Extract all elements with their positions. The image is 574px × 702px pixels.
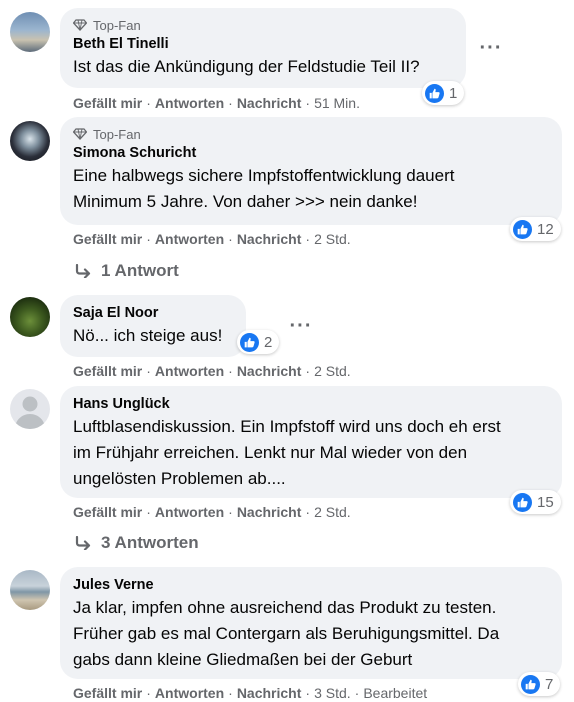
like-button[interactable]: Gefällt mir [73, 231, 142, 247]
comment-text: Ist das die Ankündigung der Feldstudie T… [73, 57, 420, 76]
diamond-icon [73, 19, 87, 31]
comment-actions: Gefällt mir · Antworten · Nachricht · 2 Std… [73, 363, 351, 379]
message-button[interactable]: Nachricht [237, 231, 302, 247]
reply-arrow-icon [75, 536, 91, 550]
comment-text-line: ungelösten Problemen ab.... [73, 469, 286, 488]
view-replies-link[interactable]: 3 Antworten [75, 533, 199, 553]
avatar[interactable] [10, 297, 50, 337]
message-button[interactable]: Nachricht [237, 504, 302, 520]
comment-text: Nö... ich steige aus! [73, 326, 223, 345]
like-icon [240, 332, 259, 352]
author-name[interactable]: Jules Verne [73, 575, 550, 595]
badge-label: Top-Fan [93, 17, 141, 33]
reply-button[interactable]: Antworten [155, 231, 224, 247]
more-options-icon[interactable]: ··· [287, 315, 315, 337]
reply-button[interactable]: Antworten [155, 685, 224, 701]
comment-text-line: Minimum 5 Jahre. Von daher >>> nein dank… [73, 192, 418, 211]
comment-actions: Gefällt mir · Antworten · Nachricht · 3 Std… [73, 685, 428, 701]
comment-text-line: Früher gab es mal Contergarn als Beruhig… [73, 624, 500, 643]
avatar[interactable] [10, 570, 50, 610]
like-button[interactable]: Gefällt mir [73, 363, 142, 379]
comment-bubble: Hans Unglück Luftblasendiskussion. Ein I… [60, 386, 562, 498]
more-options-icon[interactable]: ··· [477, 37, 505, 59]
comment-text-line: gabs dann kleine Gliedmaßen bei der Gebu… [73, 650, 413, 669]
reaction-count[interactable]: 12 [510, 217, 561, 241]
avatar[interactable] [10, 12, 50, 52]
comment-text-line: Ja klar, impfen ohne ausreichend das Pro… [73, 598, 497, 617]
edited-label[interactable]: Bearbeitet [363, 685, 427, 701]
comment-text-line: Eine halbwegs sichere Impfstoffentwicklu… [73, 166, 455, 185]
comment-text-line: Luftblasendiskussion. Ein Impfstoff wird… [73, 417, 501, 436]
comment-actions: Gefällt mir · Antworten · Nachricht · 51 Mi… [73, 95, 360, 111]
timestamp[interactable]: 51 Min. [314, 95, 360, 111]
badge-label: Top-Fan [93, 126, 141, 142]
reply-arrow-icon [75, 264, 91, 278]
top-fan-badge: Top-Fan [73, 16, 454, 34]
like-icon [521, 674, 540, 694]
comment-bubble: Top-Fan Simona Schuricht Eine halbwegs s… [60, 117, 562, 225]
avatar[interactable] [10, 121, 50, 161]
author-name[interactable]: Saja El Noor [73, 303, 234, 323]
reaction-count[interactable]: 1 [422, 81, 465, 105]
reply-button[interactable]: Antworten [155, 363, 224, 379]
author-name[interactable]: Beth El Tinelli [73, 34, 454, 54]
like-button[interactable]: Gefällt mir [73, 685, 142, 701]
author-name[interactable]: Hans Unglück [73, 394, 550, 414]
message-button[interactable]: Nachricht [237, 685, 302, 701]
reaction-count[interactable]: 15 [510, 490, 561, 514]
timestamp[interactable]: 2 Std. [314, 363, 351, 379]
comment-bubble: Jules Verne Ja klar, impfen ohne ausreic… [60, 567, 562, 679]
timestamp[interactable]: 2 Std. [314, 504, 351, 520]
like-button[interactable]: Gefällt mir [73, 504, 142, 520]
top-fan-badge: Top-Fan [73, 125, 550, 143]
like-icon [425, 83, 444, 103]
comment-text-line: im Frühjahr erreichen. Lenkt nur Mal wie… [73, 443, 468, 462]
like-icon [513, 492, 532, 512]
comment-actions: Gefällt mir · Antworten · Nachricht · 2 Std… [73, 231, 351, 247]
like-button[interactable]: Gefällt mir [73, 95, 142, 111]
comment-bubble: Top-Fan Beth El Tinelli Ist das die Ankü… [60, 8, 466, 88]
diamond-icon [73, 128, 87, 140]
timestamp[interactable]: 2 Std. [314, 231, 351, 247]
like-icon [513, 219, 532, 239]
reply-button[interactable]: Antworten [155, 95, 224, 111]
comment-actions: Gefällt mir · Antworten · Nachricht · 2 Std… [73, 504, 351, 520]
reaction-count[interactable]: 2 [237, 330, 280, 354]
timestamp[interactable]: 3 Std. [314, 685, 351, 701]
reaction-count[interactable]: 7 [518, 672, 561, 696]
comment-bubble: Saja El Noor Nö... ich steige aus! [60, 295, 246, 357]
default-avatar-icon[interactable] [10, 389, 50, 429]
view-replies-link[interactable]: 1 Antwort [75, 261, 179, 281]
author-name[interactable]: Simona Schuricht [73, 143, 550, 163]
reply-button[interactable]: Antworten [155, 504, 224, 520]
message-button[interactable]: Nachricht [237, 95, 302, 111]
message-button[interactable]: Nachricht [237, 363, 302, 379]
